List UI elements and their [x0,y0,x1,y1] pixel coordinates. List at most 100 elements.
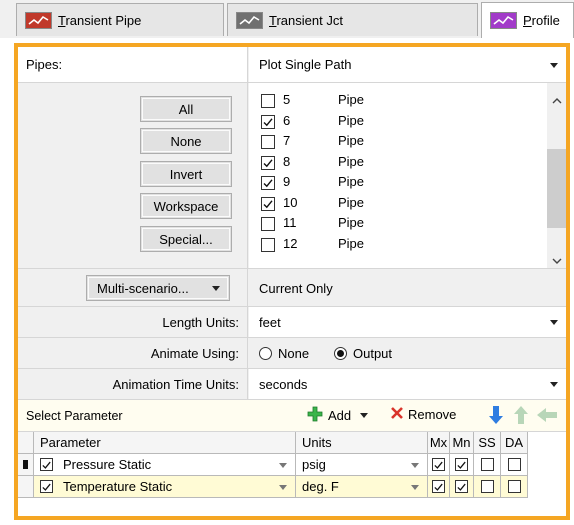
none-button[interactable]: None [140,128,232,154]
header-ss[interactable]: SS [474,432,501,454]
invert-button[interactable]: Invert [140,161,232,187]
parameter-units: psig [302,457,326,472]
multi-scenario-button[interactable]: Multi-scenario... [86,275,230,301]
pipe-list-item[interactable]: 12 Pipe [261,236,364,253]
workspace-button[interactable]: Workspace [140,193,232,219]
chevron-down-icon[interactable] [360,413,369,418]
all-button[interactable]: All [140,96,232,122]
animate-using-options: None Output [249,338,566,368]
chart-line-icon [490,12,517,29]
row-selector[interactable] [18,476,34,498]
pipe-checkbox[interactable] [261,114,275,129]
parameter-enabled-checkbox[interactable] [40,458,53,471]
pipes-label-cell: Pipes: [18,47,248,82]
length-units-dropdown[interactable]: feet [249,307,566,337]
chart-line-icon [25,11,52,29]
mn-checkbox[interactable] [455,458,468,471]
pipe-list-item[interactable]: 7 Pipe [261,133,364,150]
parameter-units-cell[interactable]: deg. F [296,476,428,498]
pipe-list-item[interactable]: 9 Pipe [261,174,364,191]
length-units-row: Length Units: feet [18,307,566,338]
pipe-list-item[interactable]: 10 Pipe [261,195,364,212]
animate-using-label: Animate Using: [150,346,239,361]
tab-profile[interactable]: Profile [481,2,574,38]
row-header-corner [18,432,34,454]
pipe-name: Pipe [338,92,365,107]
add-parameter-button[interactable]: Add [307,406,369,425]
header-mn[interactable]: Mn [450,432,474,454]
ss-checkbox[interactable] [480,458,494,471]
arrow-down-icon[interactable] [488,405,504,428]
multi-scenario-label: Multi-scenario... [97,280,189,296]
pipes-row: Pipes: Plot Single Path [18,47,566,83]
ss-cell [474,476,501,498]
pipe-checkbox[interactable] [261,135,275,149]
pipe-checkbox[interactable] [261,217,275,231]
chevron-down-icon[interactable] [279,463,287,468]
parameter-name: Temperature Static [63,479,173,494]
header-parameter[interactable]: Parameter [34,432,296,454]
chevron-up-icon[interactable] [552,92,562,107]
pipes-list-scrollbar[interactable] [547,83,566,268]
select-parameter-label: Select Parameter [26,409,123,423]
pipe-number: 7 [283,133,291,148]
plus-icon [307,406,323,425]
mx-cell [428,454,450,476]
mn-checkbox[interactable] [455,480,468,493]
pipe-checkbox[interactable] [261,176,275,190]
pipe-checkbox[interactable] [261,94,275,108]
animation-time-units-dropdown[interactable]: seconds [249,369,566,399]
header-da[interactable]: DA [501,432,528,454]
remove-parameter-button[interactable]: Remove [390,406,456,423]
da-checkbox[interactable] [507,480,521,493]
tab-transient-pipe[interactable]: Transient Pipe [16,3,224,36]
pipe-number: 6 [283,112,291,128]
pipe-list-item[interactable]: 5 Pipe [261,92,364,109]
da-checkbox[interactable] [507,458,521,471]
pipe-number: 11 [283,215,297,230]
pipes-list[interactable]: 5 Pipe 6 Pipe 7 Pipe 8 Pipe 9 Pipe 10 Pipe 11 Pipe 12 P… [249,83,566,268]
mx-checkbox[interactable] [432,458,445,471]
arrow-up-icon[interactable] [513,405,529,428]
parameter-enabled-checkbox[interactable] [40,480,53,493]
mx-checkbox[interactable] [432,480,445,493]
animate-using-label-cell: Animate Using: [18,338,248,368]
pipes-buttons-cell: All None Invert Workspace Special... [18,83,248,268]
header-units[interactable]: Units [296,432,428,454]
scenario-value-cell: Current Only [249,269,566,306]
special-button[interactable]: Special... [140,226,232,252]
pipe-name: Pipe [338,133,365,148]
ss-checkbox[interactable] [480,480,494,493]
pipe-checkbox[interactable] [261,237,275,252]
pipe-checkbox[interactable] [261,155,275,170]
pipe-list-item[interactable]: 8 Pipe [261,154,364,171]
scrollbar-thumb[interactable] [547,149,566,228]
animate-none-option[interactable]: None [259,346,309,361]
pipes-mode-dropdown[interactable]: Plot Single Path [249,47,566,82]
chevron-down-icon [550,62,558,68]
parameter-name-cell[interactable]: Pressure Static [34,454,296,476]
chevron-down-icon[interactable] [279,485,287,490]
animate-output-option[interactable]: Output [334,346,392,361]
pipe-checkbox[interactable] [261,196,275,211]
pipe-name: Pipe [338,194,365,210]
animate-output-label: Output [353,346,393,361]
arrow-left-icon[interactable] [536,408,558,425]
tab-bar: Transient Pipe Transient Jct Profile [0,0,574,38]
chevron-down-icon[interactable] [552,253,562,268]
radio-output[interactable] [334,347,347,360]
pipe-name: Pipe [338,174,365,189]
tab-transient-jct[interactable]: Transient Jct [227,3,478,36]
chevron-down-icon[interactable] [411,485,419,490]
pipe-name: Pipe [338,112,365,128]
pipe-list-item[interactable]: 11 Pipe [261,215,364,232]
header-mx[interactable]: Mx [428,432,450,454]
parameter-name-cell[interactable]: Temperature Static [34,476,296,498]
current-row-marker-icon [23,460,28,469]
row-selector[interactable] [18,454,34,476]
parameter-units-cell[interactable]: psig [296,454,428,476]
pipe-number: 5 [283,92,291,107]
pipe-list-item[interactable]: 6 Pipe [261,113,364,130]
radio-none[interactable] [259,347,272,360]
chevron-down-icon[interactable] [411,463,419,468]
